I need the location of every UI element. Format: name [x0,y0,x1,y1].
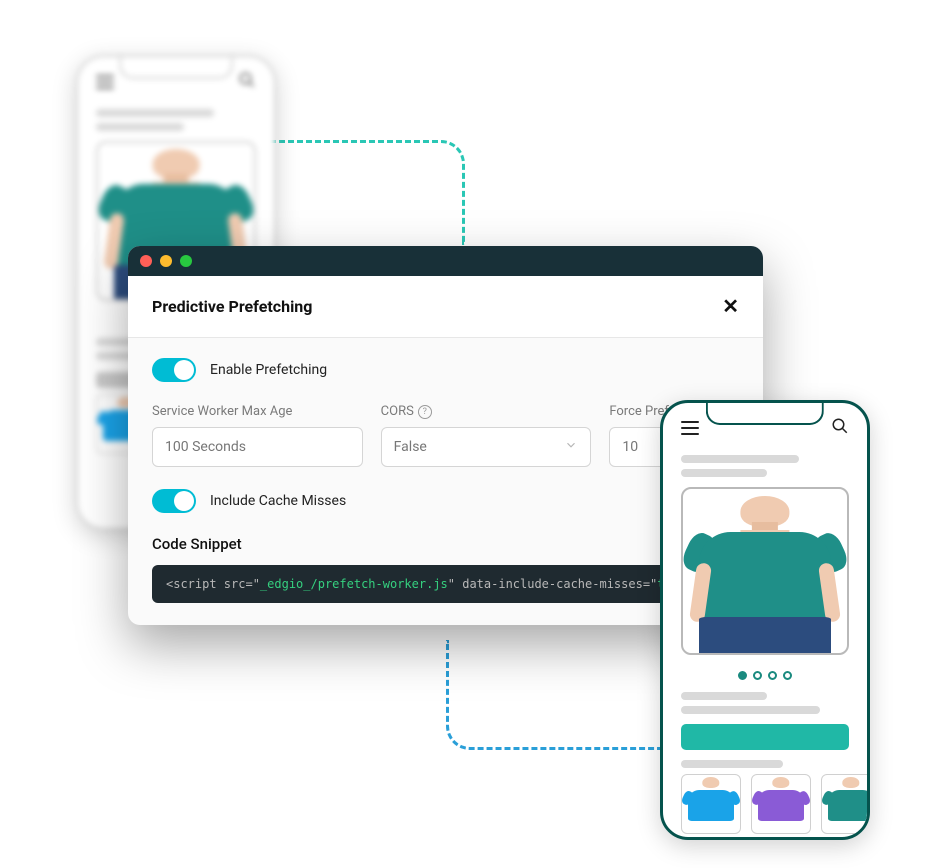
cta-button[interactable] [681,724,849,750]
help-icon[interactable]: ? [418,405,432,419]
code-snippet-heading: Code Snippet [152,535,739,553]
hamburger-icon[interactable] [681,421,699,435]
search-icon[interactable] [238,71,256,93]
search-icon[interactable] [831,417,849,439]
enable-prefetching-toggle[interactable]: ✓ [152,358,196,382]
phone-notch [119,57,233,79]
phone-mock-sharp [660,400,870,840]
rec-thumb[interactable] [821,774,867,834]
rec-thumb[interactable] [681,774,741,834]
hamburger-icon[interactable] [96,75,114,89]
include-cache-misses-label: Include Cache Misses [210,493,346,509]
cors-select[interactable]: False [381,427,592,467]
enable-prefetching-label: Enable Prefetching [210,362,327,378]
recommendation-row [663,774,867,840]
chevron-down-icon [564,438,578,456]
phone-notch [706,403,824,425]
window-chrome [128,246,763,276]
product-image[interactable] [681,487,849,655]
rec-thumb[interactable] [751,774,811,834]
check-icon: ✓ [158,493,166,504]
connector-dashed-teal [270,140,465,245]
connector-dashed-blue [446,640,671,750]
window-close-dot[interactable] [140,255,152,267]
cors-label: CORS? [381,404,592,419]
window-min-dot[interactable] [160,255,172,267]
sw-max-age-label: Service Worker Max Age [152,404,363,419]
include-cache-misses-toggle[interactable]: ✓ [152,489,196,513]
check-icon: ✓ [158,362,166,373]
window-max-dot[interactable] [180,255,192,267]
dialog-title: Predictive Prefetching [152,297,312,316]
sw-max-age-input[interactable]: 100 Seconds [152,427,363,467]
close-button[interactable]: ✕ [722,294,739,319]
code-snippet-block[interactable]: <script src="_edgio_/prefetch-worker.js"… [152,565,739,603]
carousel-dots[interactable] [663,665,867,684]
